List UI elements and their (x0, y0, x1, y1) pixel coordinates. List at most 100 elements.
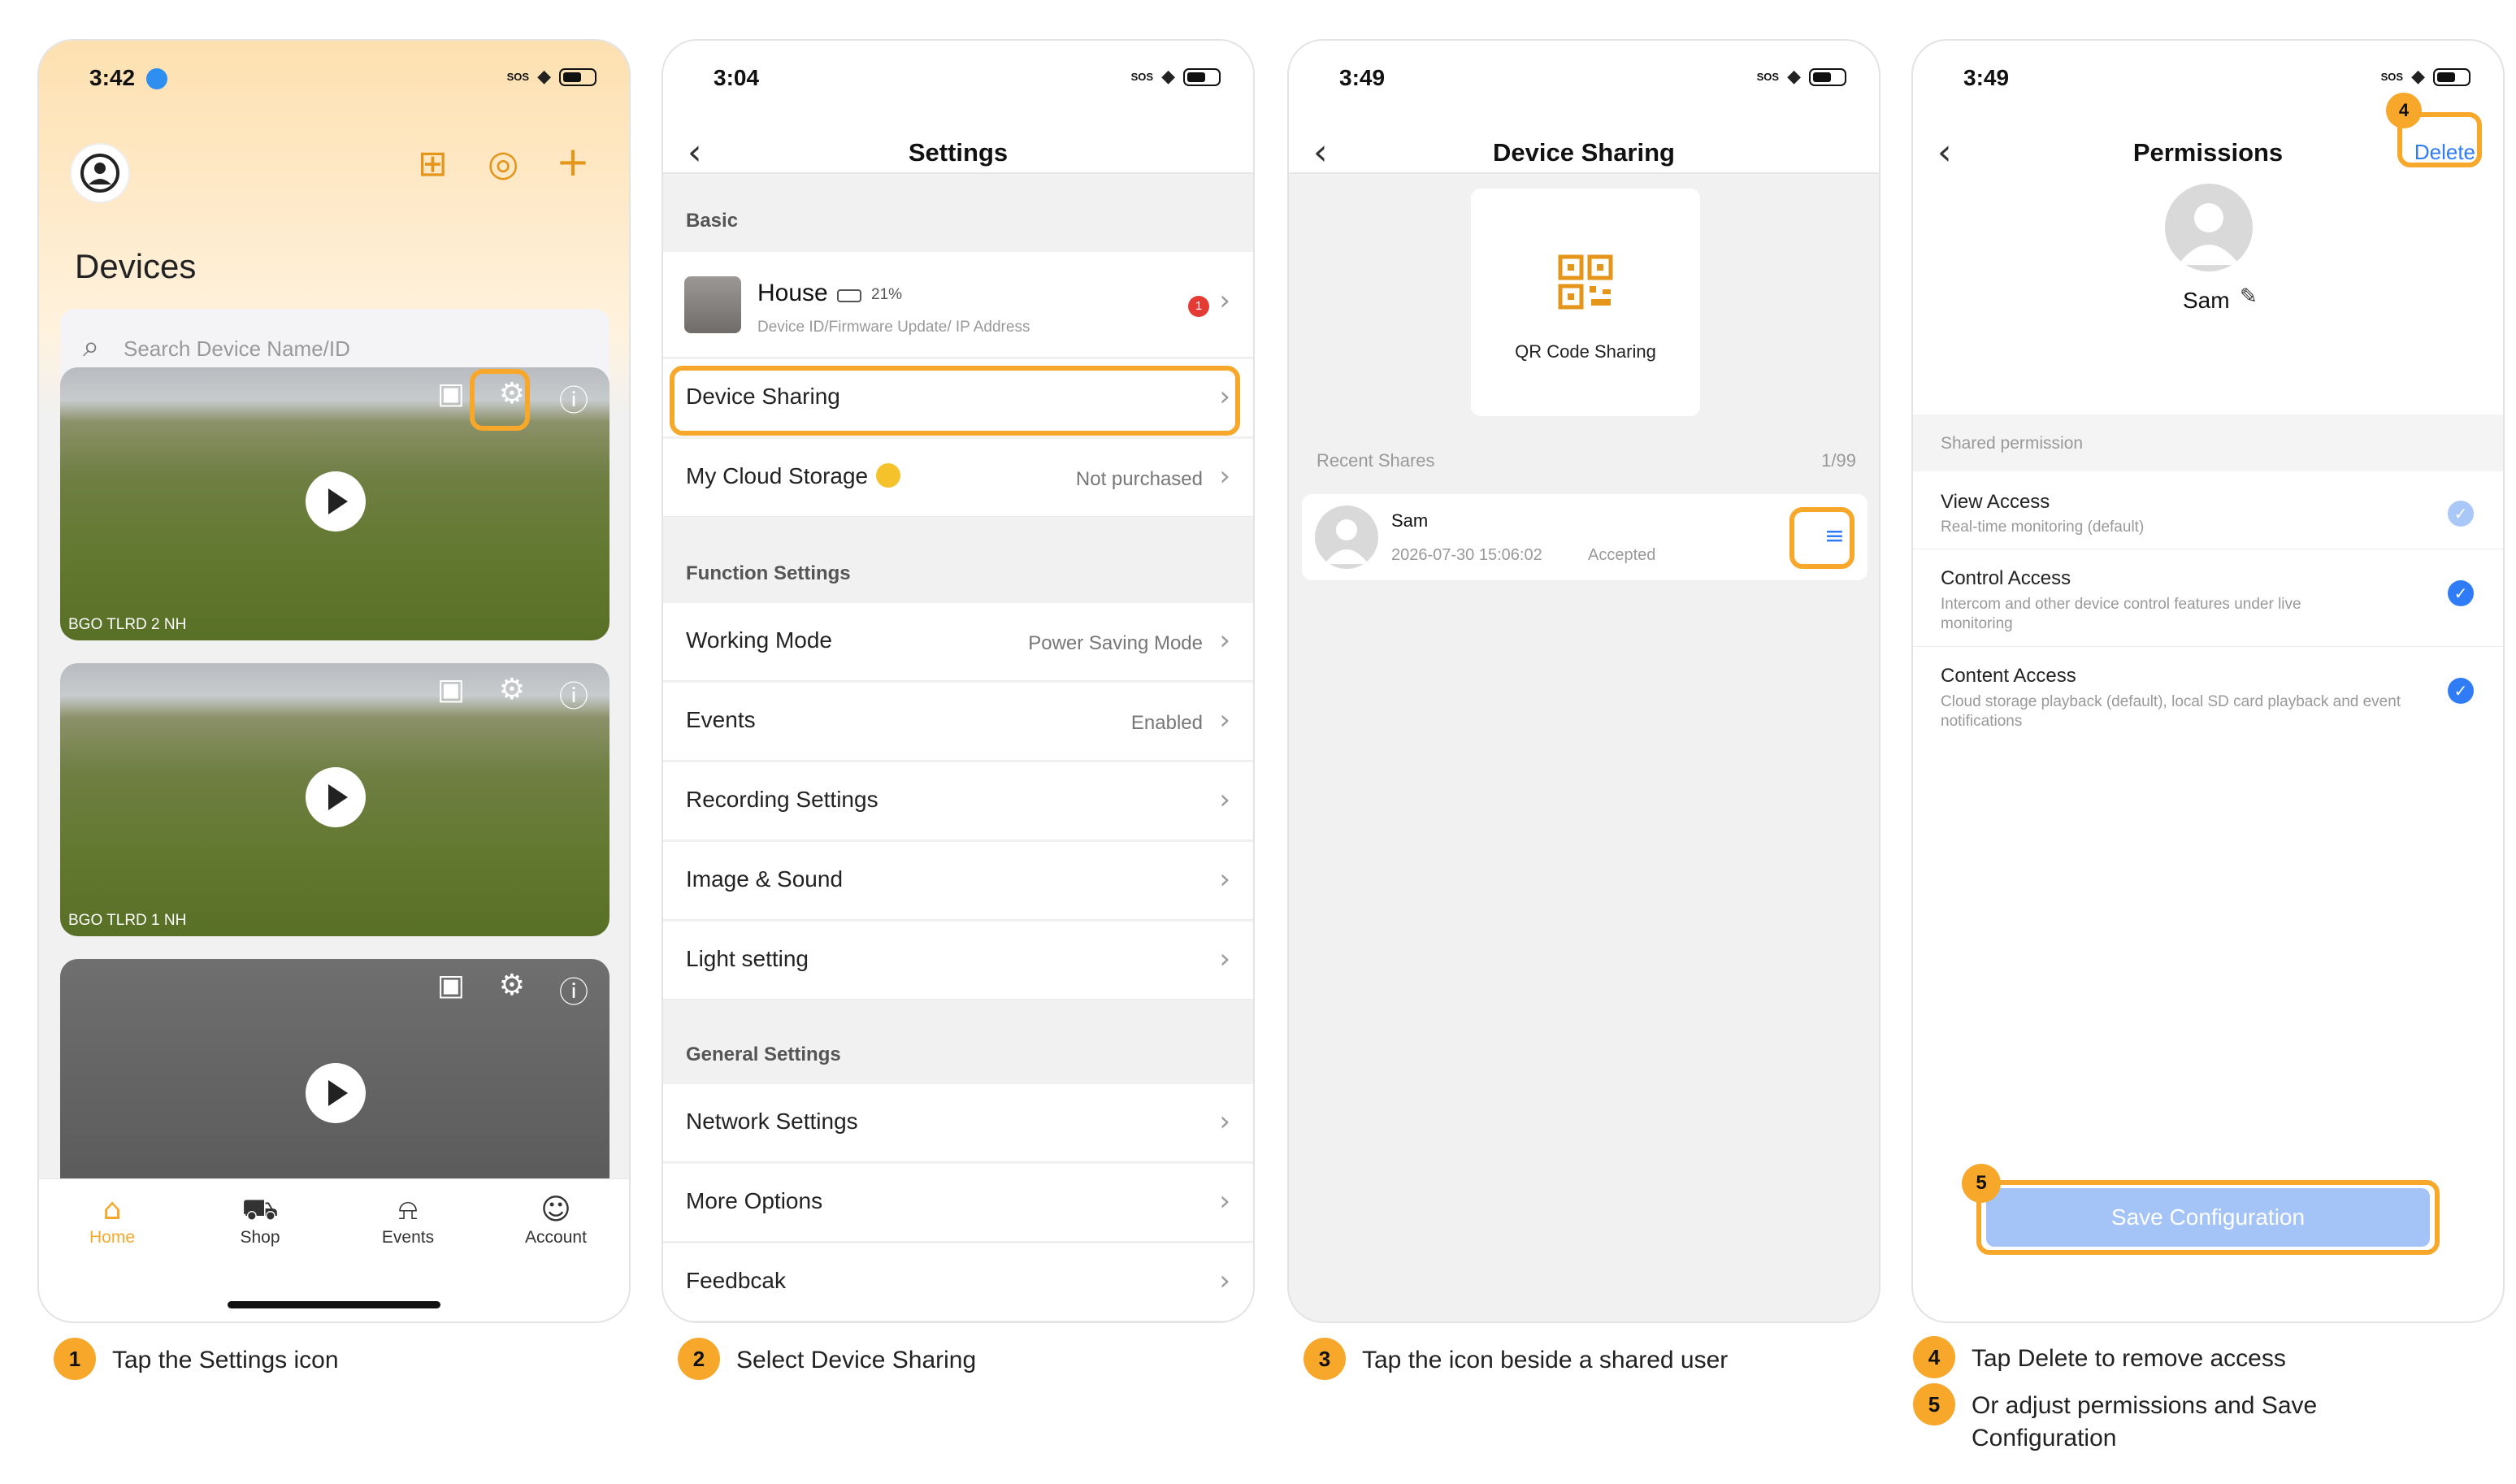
section-function: Function Settings (686, 562, 851, 584)
play-button[interactable] (306, 1063, 366, 1123)
gear-icon[interactable]: ⚙ (499, 673, 525, 715)
edit-pencil-icon[interactable]: ✎ (2240, 284, 2258, 309)
step-badge: 3 (1304, 1338, 1346, 1380)
wifi-icon: ◆ (2411, 67, 2425, 87)
section-divider: Shared permission (1913, 414, 2503, 471)
status-bar: 3:42 SOS ◆ (39, 65, 629, 98)
share-status: Accepted (1588, 546, 1656, 564)
camera-card[interactable]: ▣ ⚙ ⓘ BGO TLRD 1 NH (60, 663, 609, 936)
tab-bar: ⌂ Home ⛟ Shop ⍾ Events ☺ Account (39, 1178, 629, 1321)
shared-permission-label: Shared permission (1941, 434, 2084, 453)
tab-label: Account (525, 1228, 587, 1247)
permission-row-content[interactable]: Content Access Cloud storage playback (d… (1913, 650, 2503, 744)
image-sound-row[interactable]: Image & Sound › (663, 842, 1253, 920)
playback-icon[interactable]: ▣ (437, 673, 465, 715)
more-options-label: More Options (686, 1188, 823, 1213)
chevron-right-icon: › (1219, 1185, 1230, 1217)
device-row[interactable]: House 21% Device ID/Firmware Update/ IP … (663, 252, 1253, 358)
qr-code-sharing-card[interactable]: QR Code Sharing (1471, 189, 1700, 416)
working-mode-label: Working Mode (686, 627, 833, 653)
camera-icon[interactable]: ◎ (488, 143, 518, 184)
chevron-right-icon: › (1219, 624, 1230, 657)
chevron-right-icon: › (1219, 943, 1230, 975)
checkbox-checked-disabled[interactable]: ✓ (2448, 501, 2474, 527)
playback-icon[interactable]: ▣ (437, 969, 465, 1011)
chevron-right-icon: › (1219, 783, 1230, 816)
working-mode-value: Power Saving Mode (1028, 632, 1203, 654)
sos-label: SOS (1130, 71, 1154, 83)
events-label: Events (686, 707, 756, 732)
camera-card[interactable]: ▣ ⚙ ⓘ (60, 959, 609, 1195)
play-button[interactable] (306, 767, 366, 827)
screen-permissions: 3:49 SOS ◆ ‹ Permissions Delete 4 Sam ✎ S… (1911, 39, 2505, 1323)
device-subtitle: Device ID/Firmware Update/ IP Address (757, 319, 1030, 336)
tab-account[interactable]: ☺ Account (507, 1192, 605, 1248)
highlight-device-sharing (670, 366, 1240, 436)
recording-row[interactable]: Recording Settings › (663, 762, 1253, 840)
checkbox-checked[interactable]: ✓ (2448, 580, 2474, 606)
more-options-row[interactable]: More Options › (663, 1164, 1253, 1242)
person-icon: ☺ (540, 1193, 571, 1226)
permission-row-view[interactable]: View Access Real-time monitoring (defaul… (1913, 476, 2503, 549)
recent-shares-label: Recent Shares (1317, 450, 1435, 471)
step-text: Or adjust permissions and Save Configura… (1972, 1392, 2318, 1451)
help-icon[interactable]: ⓘ (559, 969, 588, 1011)
chevron-right-icon: › (1219, 1105, 1230, 1138)
network-row[interactable]: Network Settings › (663, 1084, 1253, 1162)
working-mode-row[interactable]: Working Mode Power Saving Mode › (663, 603, 1253, 681)
battery-percent: 21% (871, 286, 903, 303)
help-icon[interactable]: ⓘ (559, 377, 588, 419)
image-sound-label: Image & Sound (686, 866, 844, 892)
tab-label: Home (89, 1228, 136, 1247)
step-1-caption: 1 Tap the Settings icon (54, 1338, 339, 1380)
feedback-label: Feedbcak (686, 1268, 786, 1293)
cloud-storage-value: Not purchased (1075, 468, 1203, 490)
add-icon[interactable]: + (556, 138, 590, 185)
step-text: Tap the Settings icon (112, 1347, 339, 1373)
step-badge: 2 (678, 1338, 720, 1380)
shared-user-row[interactable]: Sam 2026-07-30 15:06:02 Accepted ≡ (1302, 494, 1867, 580)
cloud-storage-row[interactable]: My Cloud Storage Not purchased › (663, 439, 1253, 517)
chevron-right-icon: › (1219, 284, 1230, 317)
bell-icon: ⍾ (398, 1193, 418, 1226)
grid-icon[interactable]: ⊞ (418, 143, 448, 184)
step-text: Tap the icon beside a shared user (1362, 1347, 1729, 1373)
playback-icon[interactable]: ▣ (437, 377, 465, 419)
highlight-settings-icon (470, 369, 530, 431)
step-badge: 5 (1913, 1383, 1955, 1425)
user-icon (1325, 519, 1369, 564)
permission-row-control[interactable]: Control Access Intercom and other device… (1913, 553, 2503, 647)
tab-home[interactable]: ⌂ Home (63, 1192, 161, 1248)
highlight-save (1976, 1180, 2440, 1255)
permission-title: Control Access (1941, 567, 2071, 589)
sos-label: SOS (1756, 71, 1780, 83)
search-icon: ⌕ (83, 330, 100, 363)
tab-label: Shop (240, 1228, 280, 1247)
events-row[interactable]: Events Enabled › (663, 683, 1253, 761)
battery-small-icon (837, 289, 861, 302)
checkbox-checked[interactable]: ✓ (2448, 678, 2474, 704)
camera-label: BGO TLRD 1 NH (68, 912, 187, 929)
feedback-row[interactable]: Feedbcak › (663, 1243, 1253, 1321)
help-icon[interactable]: ⓘ (559, 673, 588, 715)
light-row[interactable]: Light setting › (663, 922, 1253, 1000)
status-bar: 3:49 SOS ◆ (1289, 65, 1879, 98)
permission-title: View Access (1941, 491, 2050, 513)
user-name: Sam (1391, 510, 1429, 531)
permission-desc: Intercom and other device control featur… (1941, 596, 2301, 632)
gear-icon[interactable]: ⚙ (499, 969, 525, 1011)
qr-code-icon (1558, 254, 1613, 310)
qr-code-label: QR Code Sharing (1515, 341, 1656, 362)
search-placeholder: Search Device Name/ID (124, 336, 350, 361)
tab-events[interactable]: ⍾ Events (359, 1192, 457, 1248)
permission-desc: Real-time monitoring (default) (1941, 519, 2145, 536)
play-button[interactable] (306, 471, 366, 532)
events-value: Enabled (1130, 712, 1203, 734)
account-avatar[interactable] (70, 143, 130, 203)
status-time: 3:04 (714, 65, 760, 90)
sos-label: SOS (506, 71, 530, 83)
tab-shop[interactable]: ⛟ Shop (211, 1192, 309, 1248)
highlight-user-settings-icon (1789, 507, 1854, 569)
step-text: Tap Delete to remove access (1972, 1345, 2286, 1372)
status-time: 3:49 (1339, 65, 1386, 90)
